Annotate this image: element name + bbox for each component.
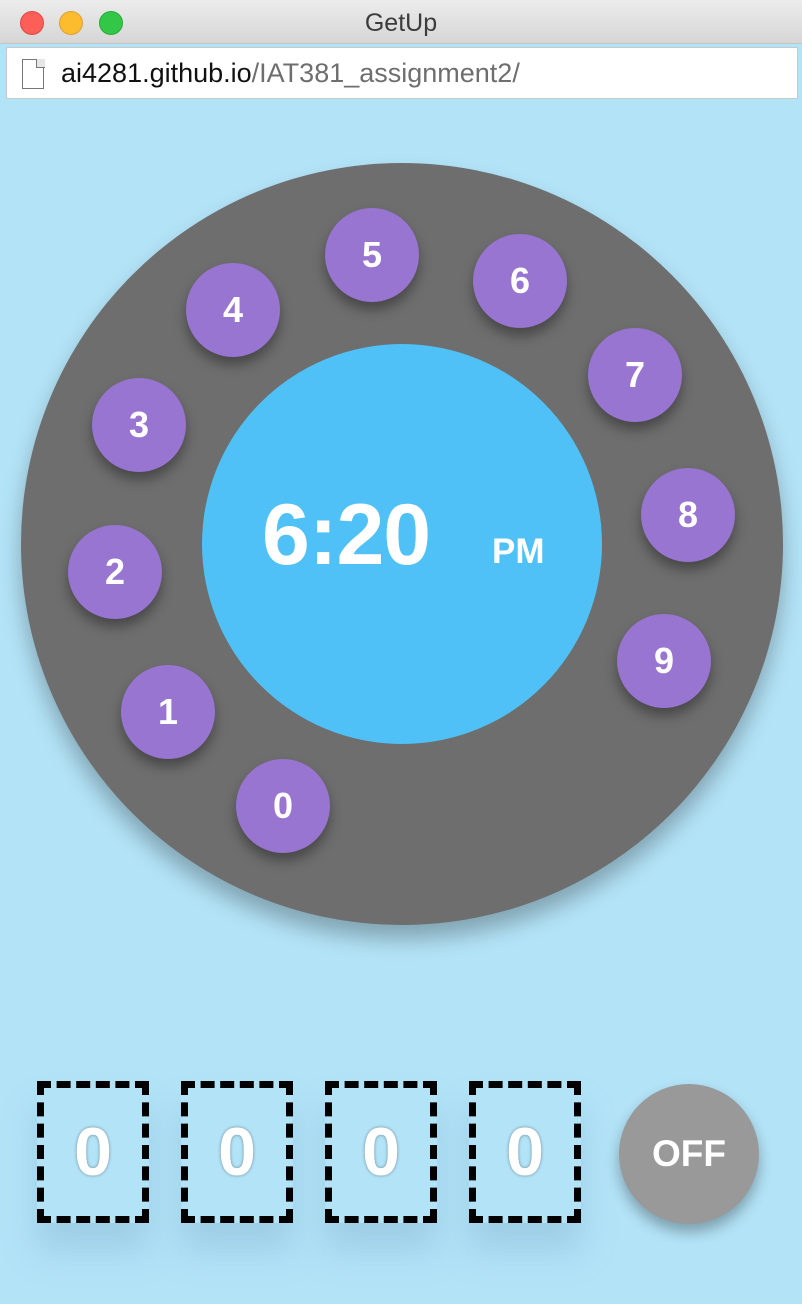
dial-digit-6-button[interactable]: 6	[473, 234, 567, 328]
dial-digit-8-button[interactable]: 8	[641, 468, 735, 562]
code-digit: 0	[218, 1114, 256, 1190]
dial-digit-1-button[interactable]: 1	[121, 665, 215, 759]
url-domain: ai4281.github.io	[61, 58, 252, 88]
window-titlebar: GetUp	[0, 0, 802, 44]
code-digit: 0	[74, 1114, 112, 1190]
dial-digit-7-button[interactable]: 7	[588, 328, 682, 422]
dial-digit-9-button[interactable]: 9	[617, 614, 711, 708]
url-path: /IAT381_assignment2/	[251, 58, 520, 88]
time-display: 6:20 PM	[202, 344, 602, 744]
address-bar[interactable]: ai4281.github.io/IAT381_assignment2/	[6, 47, 798, 99]
code-digit-box-3[interactable]: 0	[325, 1081, 437, 1223]
dial-digit-3-button[interactable]: 3	[92, 378, 186, 472]
code-digit-box-4[interactable]: 0	[469, 1081, 581, 1223]
dial-digit-0-button[interactable]: 0	[236, 759, 330, 853]
dial-digit-4-button[interactable]: 4	[186, 263, 280, 357]
document-icon	[22, 58, 45, 89]
code-digit-box-2[interactable]: 0	[181, 1081, 293, 1223]
url-text[interactable]: ai4281.github.io/IAT381_assignment2/	[61, 58, 520, 89]
code-digit: 0	[506, 1114, 544, 1190]
app-page: 0 1 2 3 4 5 6 7 8 9 6:20 PM 0 0 0 0 OFF	[0, 100, 802, 1304]
alarm-time: 6:20	[262, 487, 431, 583]
dial-digit-2-button[interactable]: 2	[68, 525, 162, 619]
code-digit: 0	[362, 1114, 400, 1190]
am-pm-indicator: PM	[492, 532, 545, 571]
alarm-off-button[interactable]: OFF	[619, 1084, 759, 1224]
code-digit-box-1[interactable]: 0	[37, 1081, 149, 1223]
window-title: GetUp	[364, 9, 438, 37]
dial-digit-5-button[interactable]: 5	[325, 208, 419, 302]
